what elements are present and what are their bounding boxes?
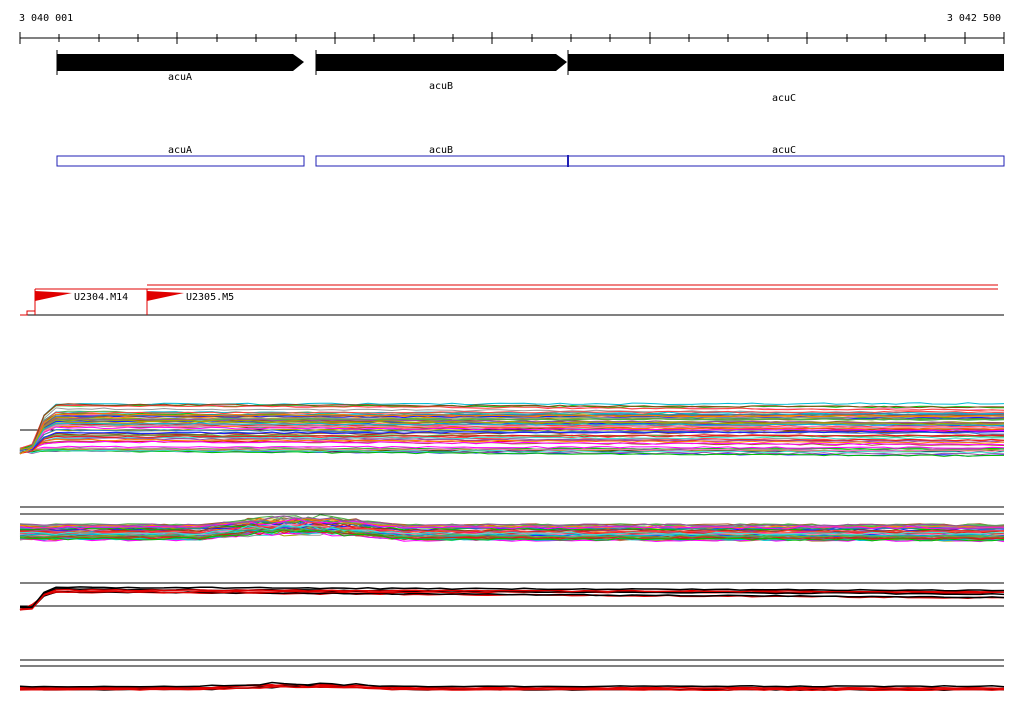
promoter-flag-U2305-M5 bbox=[147, 291, 184, 301]
ruler-start-label: 3 040 001 bbox=[19, 13, 74, 24]
expression-series-line bbox=[19, 591, 1005, 611]
promoter-label-U2304-M14: U2304.M14 bbox=[74, 292, 128, 303]
promoter-label-U2305-M5: U2305.M5 bbox=[186, 292, 234, 303]
gene-acuB[interactable]: acuB bbox=[315, 50, 567, 92]
coordinate-ruler bbox=[19, 32, 1005, 44]
cds-box-acuB bbox=[315, 155, 569, 167]
expression-series-line bbox=[19, 681, 1005, 688]
cds-track: acuA acuB acuC bbox=[56, 145, 1005, 167]
cds-box-acuC bbox=[567, 155, 1005, 167]
expression-track-2 bbox=[19, 506, 1005, 543]
cds-acuB[interactable]: acuB bbox=[315, 145, 569, 167]
cds-label-acuA: acuA bbox=[168, 145, 192, 156]
promoter-U2305-M5[interactable]: U2305.M5 bbox=[146, 289, 234, 315]
cds-box-acuA bbox=[56, 155, 305, 167]
promoter-flag-U2304-M14 bbox=[35, 291, 72, 301]
gene-label-acuB: acuB bbox=[429, 81, 453, 92]
cds-label-acuB: acuB bbox=[429, 145, 453, 156]
gene-acuC[interactable]: acuC bbox=[567, 50, 1004, 104]
gene-label-acuC: acuC bbox=[772, 93, 796, 104]
promoter-step bbox=[20, 310, 36, 316]
promoter-U2304-M14[interactable]: U2304.M14 bbox=[34, 289, 128, 315]
gene-arrow-acuB bbox=[316, 54, 567, 71]
cds-acuA[interactable]: acuA bbox=[56, 145, 305, 167]
expression-track-3 bbox=[19, 582, 1005, 611]
promoter-track: U2304.M14 U2305.M5 bbox=[20, 284, 1004, 316]
expression-track-1 bbox=[19, 402, 1005, 457]
gene-acuA[interactable]: acuA bbox=[56, 50, 304, 83]
genome-browser: 3 040 001 3 042 500 acuA acuB acuC acuA … bbox=[0, 0, 1024, 714]
gene-arrow-acuC bbox=[568, 54, 1004, 71]
cds-acuC[interactable]: acuC bbox=[567, 145, 1005, 167]
ruler-end-label: 3 042 500 bbox=[946, 13, 1001, 24]
gene-track: acuA acuB acuC bbox=[56, 50, 1004, 104]
tracks-canvas: acuA acuB acuC acuA acuB acuC U2304.M14 … bbox=[19, 32, 1005, 692]
expression-track-4 bbox=[19, 659, 1005, 692]
gene-arrow-acuA bbox=[57, 54, 304, 71]
cds-label-acuC: acuC bbox=[772, 145, 796, 156]
gene-label-acuA: acuA bbox=[168, 72, 192, 83]
